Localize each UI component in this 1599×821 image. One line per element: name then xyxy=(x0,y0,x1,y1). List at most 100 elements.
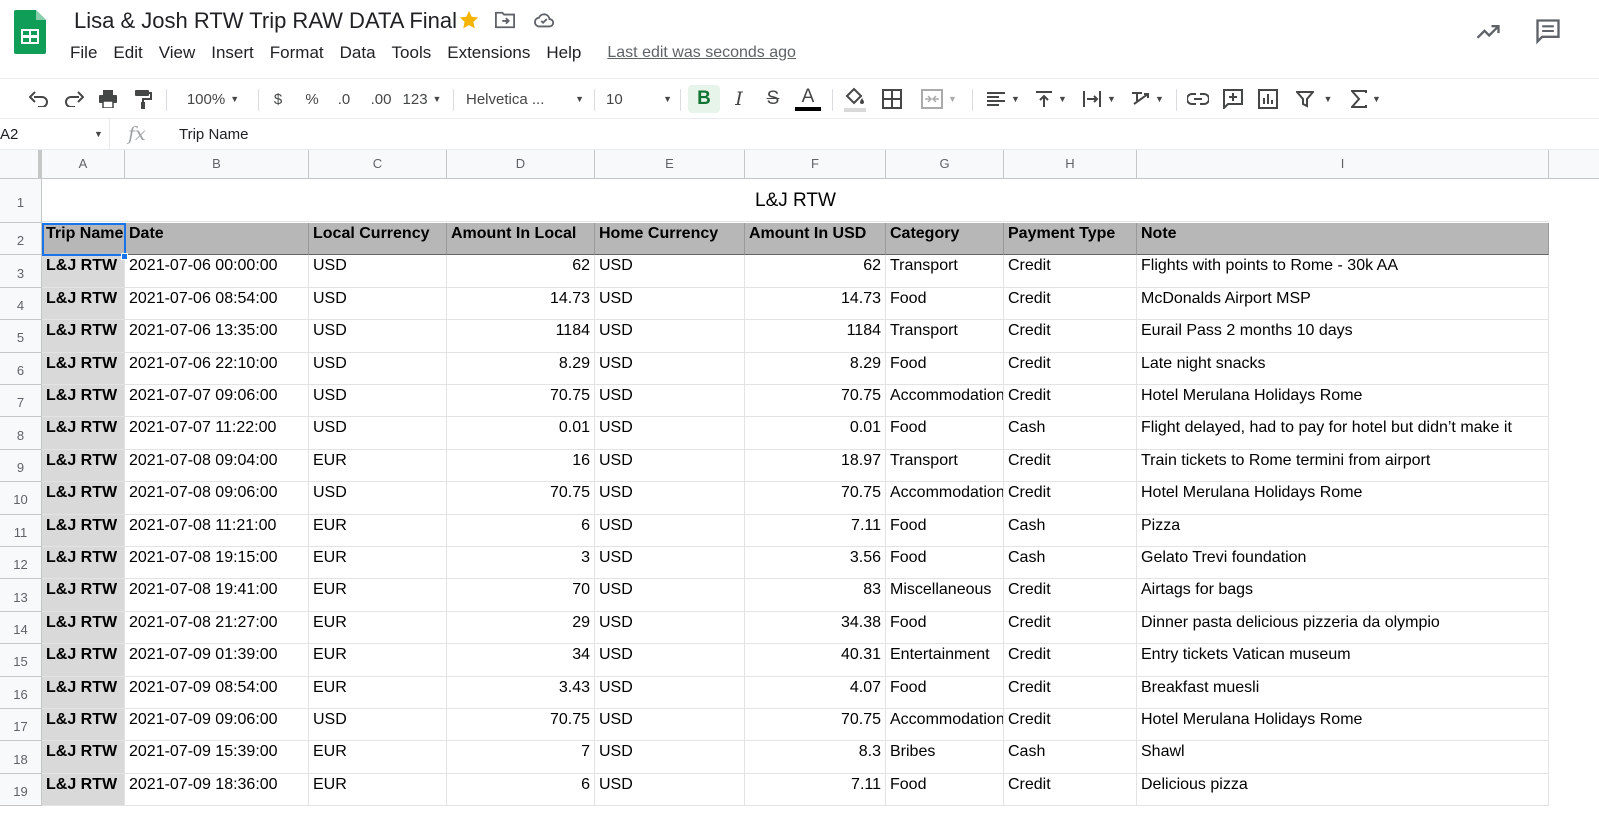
table-cell[interactable]: 2021-07-07 09:06:00 xyxy=(125,385,309,418)
table-cell[interactable]: Transport xyxy=(886,320,1004,353)
table-cell[interactable]: USD xyxy=(309,482,447,515)
table-cell[interactable]: L&J RTW xyxy=(42,611,125,645)
menu-help[interactable]: Help xyxy=(538,43,589,63)
activity-trend-icon[interactable] xyxy=(1474,18,1502,46)
table-cell[interactable]: 83 xyxy=(745,579,886,612)
table-cell[interactable]: USD xyxy=(595,449,745,483)
table-cell[interactable]: 40.31 xyxy=(745,644,886,677)
percent-format-button[interactable]: % xyxy=(302,85,322,113)
table-cell[interactable]: 3 xyxy=(447,547,595,580)
table-cell[interactable]: USD xyxy=(595,579,745,612)
table-cell[interactable]: 7.11 xyxy=(745,773,886,807)
table-cell[interactable]: Accommodation xyxy=(886,709,1004,742)
table-cell[interactable]: 6 xyxy=(447,514,595,547)
table-cell[interactable]: 2021-07-06 00:00:00 xyxy=(125,255,309,288)
table-cell[interactable]: USD xyxy=(595,676,745,709)
print-icon[interactable] xyxy=(97,85,119,113)
table-cell[interactable]: 0.01 xyxy=(745,417,886,450)
table-cell[interactable]: Flights with points to Rome - 30k AA xyxy=(1137,255,1549,288)
header-cell-local-currency[interactable]: Local Currency xyxy=(309,223,447,256)
table-cell[interactable]: USD xyxy=(595,482,745,515)
table-cell[interactable]: 62 xyxy=(447,255,595,288)
table-cell[interactable]: USD xyxy=(309,255,447,288)
table-cell[interactable]: Food xyxy=(886,676,1004,709)
table-cell[interactable]: USD xyxy=(309,417,447,450)
column-header-i[interactable]: I xyxy=(1137,150,1549,178)
table-cell[interactable]: USD xyxy=(309,320,447,353)
table-cell[interactable]: 2021-07-06 22:10:00 xyxy=(125,352,309,385)
font-size-select[interactable]: 10 ▼ xyxy=(606,85,672,113)
table-cell[interactable]: 0.01 xyxy=(447,417,595,450)
table-cell[interactable]: Food xyxy=(886,773,1004,807)
table-cell[interactable]: Food xyxy=(886,611,1004,645)
table-cell[interactable]: L&J RTW xyxy=(42,709,125,742)
header-cell-home-currency[interactable]: Home Currency xyxy=(595,223,745,256)
table-cell[interactable]: 70.75 xyxy=(447,482,595,515)
table-cell[interactable]: 14.73 xyxy=(447,287,595,321)
text-rotation-icon[interactable]: ▼ xyxy=(1128,85,1166,113)
table-cell[interactable]: L&J RTW xyxy=(42,741,125,774)
row-header-15[interactable]: 15 xyxy=(0,644,42,677)
table-cell[interactable]: Food xyxy=(886,352,1004,385)
column-header-h[interactable]: H xyxy=(1004,150,1137,178)
table-cell[interactable]: Entry tickets Vatican museum xyxy=(1137,644,1549,677)
table-cell[interactable]: USD xyxy=(309,385,447,418)
font-select[interactable]: Helvetica ... ▼ xyxy=(466,85,584,113)
currency-format-button[interactable]: $ xyxy=(268,85,288,113)
table-cell[interactable]: L&J RTW xyxy=(42,773,125,807)
row-header-2[interactable]: 2 xyxy=(0,223,42,256)
horizontal-align-icon[interactable]: ▼ xyxy=(984,85,1022,113)
table-cell[interactable]: L&J RTW xyxy=(42,579,125,612)
column-header-g[interactable]: G xyxy=(886,150,1004,178)
table-cell[interactable]: Credit xyxy=(1004,579,1137,612)
table-cell[interactable]: Dinner pasta delicious pizzeria da olymp… xyxy=(1137,611,1549,645)
menu-edit[interactable]: Edit xyxy=(105,43,150,63)
increase-decimal-button[interactable]: .00 xyxy=(366,85,396,113)
insert-chart-icon[interactable] xyxy=(1256,85,1280,113)
table-cell[interactable]: L&J RTW xyxy=(42,547,125,580)
table-cell[interactable]: 2021-07-08 19:15:00 xyxy=(125,547,309,580)
table-cell[interactable]: 70.75 xyxy=(447,709,595,742)
table-cell[interactable]: Entertainment xyxy=(886,644,1004,677)
table-cell[interactable]: L&J RTW xyxy=(42,352,125,385)
table-cell[interactable]: 2021-07-07 11:22:00 xyxy=(125,417,309,450)
header-cell-date[interactable]: Date xyxy=(125,223,309,256)
table-cell[interactable]: 3.43 xyxy=(447,676,595,709)
menu-insert[interactable]: Insert xyxy=(203,43,262,63)
menu-file[interactable]: File xyxy=(62,43,105,63)
table-cell[interactable]: Late night snacks xyxy=(1137,352,1549,385)
table-cell[interactable]: Credit xyxy=(1004,611,1137,645)
table-cell[interactable]: 3.56 xyxy=(745,547,886,580)
vertical-align-icon[interactable]: ▼ xyxy=(1032,85,1070,113)
table-cell[interactable]: L&J RTW xyxy=(42,514,125,547)
table-cell[interactable]: USD xyxy=(595,255,745,288)
menu-extensions[interactable]: Extensions xyxy=(439,43,538,63)
table-cell[interactable]: 7 xyxy=(447,741,595,774)
table-cell[interactable]: 2021-07-09 15:39:00 xyxy=(125,741,309,774)
column-header-b[interactable]: B xyxy=(125,150,309,178)
table-cell[interactable]: USD xyxy=(595,644,745,677)
table-cell[interactable]: Credit xyxy=(1004,773,1137,807)
move-folder-icon[interactable] xyxy=(493,8,517,32)
table-cell[interactable]: 70 xyxy=(447,579,595,612)
table-cell[interactable]: 70.75 xyxy=(745,482,886,515)
table-cell[interactable]: Miscellaneous xyxy=(886,579,1004,612)
table-cell[interactable]: Credit xyxy=(1004,482,1137,515)
menu-format[interactable]: Format xyxy=(262,43,332,63)
comments-icon[interactable] xyxy=(1534,17,1562,45)
table-cell[interactable]: 2021-07-09 09:06:00 xyxy=(125,709,309,742)
table-cell[interactable]: USD xyxy=(309,352,447,385)
header-cell-payment-type[interactable]: Payment Type xyxy=(1004,223,1137,256)
table-cell[interactable]: 29 xyxy=(447,611,595,645)
table-cell[interactable]: 70.75 xyxy=(447,385,595,418)
decrease-decimal-button[interactable]: .0 xyxy=(332,85,356,113)
table-cell[interactable]: EUR xyxy=(309,547,447,580)
fill-color-icon[interactable] xyxy=(842,85,868,113)
table-cell[interactable]: 14.73 xyxy=(745,287,886,321)
table-cell[interactable]: Credit xyxy=(1004,449,1137,483)
table-cell[interactable]: Credit xyxy=(1004,287,1137,321)
table-cell[interactable]: Credit xyxy=(1004,352,1137,385)
table-cell[interactable]: 2021-07-08 19:41:00 xyxy=(125,579,309,612)
menu-tools[interactable]: Tools xyxy=(384,43,440,63)
table-cell[interactable]: 8.29 xyxy=(447,352,595,385)
